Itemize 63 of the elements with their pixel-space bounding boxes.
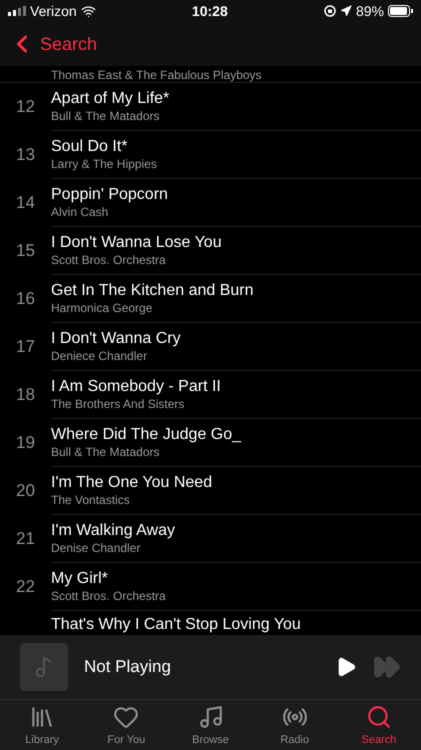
music-note-icon — [198, 704, 224, 730]
track-title: My Girl* — [51, 569, 109, 589]
track-number: 22 — [15, 576, 36, 598]
tab-item[interactable]: Search — [336, 700, 421, 750]
track-artist: Bull & The Matadors — [51, 445, 160, 460]
track-artist: Denise Chandler — [51, 541, 142, 556]
track-title: I Don't Wanna Cry — [51, 329, 182, 349]
battery-percentage: 89% — [356, 2, 384, 20]
track-number: 19 — [15, 432, 36, 454]
search-icon — [366, 704, 392, 730]
signal-icon — [8, 6, 26, 16]
track-artist: Scott Bros. Orchestra — [51, 589, 167, 604]
track-number: 13 — [15, 144, 36, 166]
track-title: Soul Do It* — [51, 137, 128, 157]
tab-item[interactable]: Browse — [168, 700, 253, 750]
track-title: That's Why I Can't Stop Loving You — [51, 616, 301, 633]
track-row[interactable]: 21 I'm Walking Away Denise Chandler — [0, 515, 421, 563]
track-artist: Thomas East & The Fabulous Playboys — [51, 68, 262, 82]
track-artist: Scott Bros. Orchestra — [51, 253, 167, 268]
track-row[interactable]: 15 I Don't Wanna Lose You Scott Bros. Orchestra — [0, 227, 421, 275]
track-title: Where Did The Judge Go_ — [51, 425, 242, 445]
track-number: 15 — [15, 240, 36, 262]
track-number: 14 — [15, 192, 36, 214]
battery-icon — [388, 5, 413, 17]
tab-item[interactable]: For You — [84, 700, 168, 750]
now-playing-title: Not Playing — [84, 656, 172, 678]
track-number: 18 — [15, 384, 36, 406]
track-title: I'm Walking Away — [51, 521, 176, 541]
track-row[interactable]: 12 Apart of My Life* Bull & The Matadors — [0, 83, 421, 131]
carrier-name: Verizon — [30, 2, 77, 20]
tab-item[interactable]: Radio — [252, 700, 337, 750]
track-number: 17 — [15, 336, 36, 358]
track-title: Apart of My Life* — [51, 89, 170, 109]
track-number: 12 — [15, 96, 36, 118]
track-row[interactable]: 22 My Girl* Scott Bros. Orchestra — [0, 563, 421, 611]
track-row[interactable]: 19 Where Did The Judge Go_ Bull & The Matadors — [0, 419, 421, 467]
track-title: Get In The Kitchen and Burn — [51, 281, 254, 301]
back-button[interactable]: Search — [0, 22, 106, 66]
track-title: I Am Somebody - Part II — [51, 377, 222, 397]
track-row[interactable]: 18 I Am Somebody - Part II The Brothers And Sisters — [0, 371, 421, 419]
track-row[interactable]: 16 Get In The Kitchen and Burn Harmonica George — [0, 275, 421, 323]
track-row[interactable]: 14 Poppin' Popcorn Alvin Cash — [0, 179, 421, 227]
track-artist: Harmonica George — [51, 301, 154, 316]
track-number: 20 — [15, 480, 36, 502]
track-artist: The Vontastics — [51, 493, 131, 508]
location-icon — [340, 5, 352, 17]
track-number: 21 — [15, 528, 36, 550]
wifi-icon — [80, 4, 96, 18]
track-artist: Larry & The Hippies — [51, 157, 158, 172]
track-row[interactable]: 20 I'm The One You Need The Vontastics — [0, 467, 421, 515]
track-title: I Don't Wanna Lose You — [51, 233, 223, 253]
tab-item[interactable]: Library — [0, 700, 84, 750]
track-title: Poppin' Popcorn — [51, 185, 169, 205]
rotation-lock-icon — [324, 5, 336, 17]
clock-time: 10:28 — [192, 2, 228, 20]
track-artist: Bull & The Matadors — [51, 109, 160, 124]
track-number: 16 — [15, 288, 36, 310]
track-row[interactable]: 17 I Don't Wanna Cry Deniece Chandler — [0, 323, 421, 371]
track-artist: Deniece Chandler — [51, 349, 148, 364]
track-artist: The Brothers And Sisters — [51, 397, 186, 412]
track-row[interactable]: 13 Soul Do It* Larry & The Hippies — [0, 131, 421, 179]
track-title: I'm The One You Need — [51, 473, 214, 493]
track-artist: Alvin Cash — [51, 205, 110, 220]
